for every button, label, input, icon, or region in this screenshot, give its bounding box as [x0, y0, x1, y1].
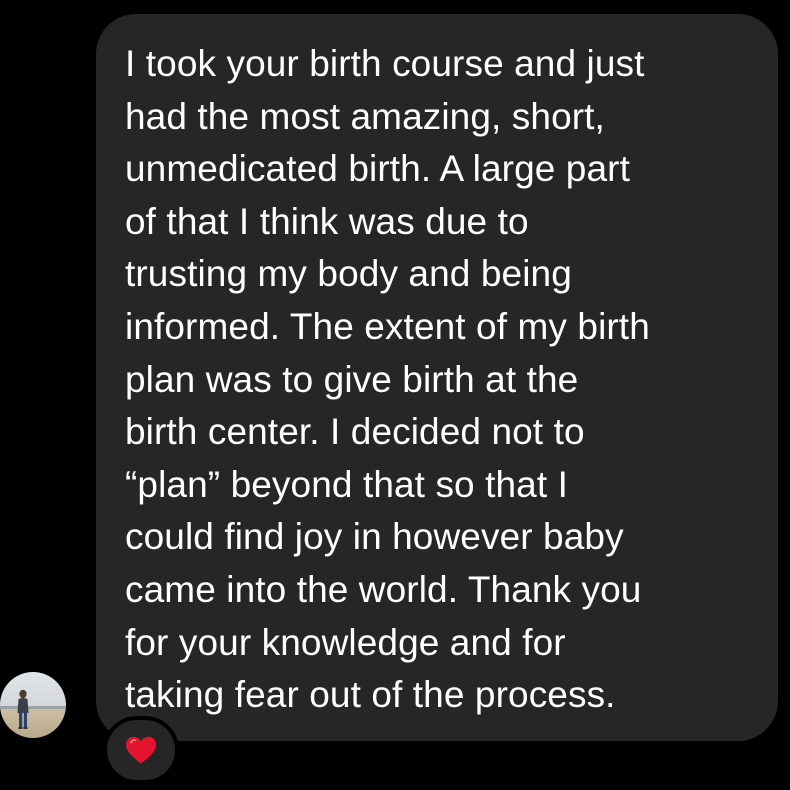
user-avatar-icon: [0, 672, 66, 738]
message-line: taking fear out of the process.: [125, 674, 616, 716]
message-line: could find joy in however baby: [125, 516, 624, 558]
message-line: had the most amazing, short,: [125, 95, 605, 137]
message-line: I took your birth course and just: [125, 43, 645, 84]
message-line: of that I think was due to: [125, 200, 529, 242]
message-line: trusting my body and being: [125, 253, 572, 295]
message-line: informed. The extent of my birth: [125, 305, 650, 347]
message-line: plan was to give birth at the: [125, 358, 579, 400]
message-line: “plan” beyond that so that I: [125, 463, 568, 505]
red-heart-icon: [126, 736, 156, 764]
message-line: birth center. I decided not to: [125, 411, 585, 453]
message-line: came into the world. Thank you: [125, 568, 642, 610]
message-line: unmedicated birth. A large part: [125, 148, 630, 190]
sender-avatar[interactable]: [0, 672, 66, 738]
message-line: for your knowledge and for: [125, 621, 566, 663]
message-text: I took your birth course and just had th…: [125, 38, 650, 722]
reaction-badge[interactable]: [103, 716, 179, 784]
